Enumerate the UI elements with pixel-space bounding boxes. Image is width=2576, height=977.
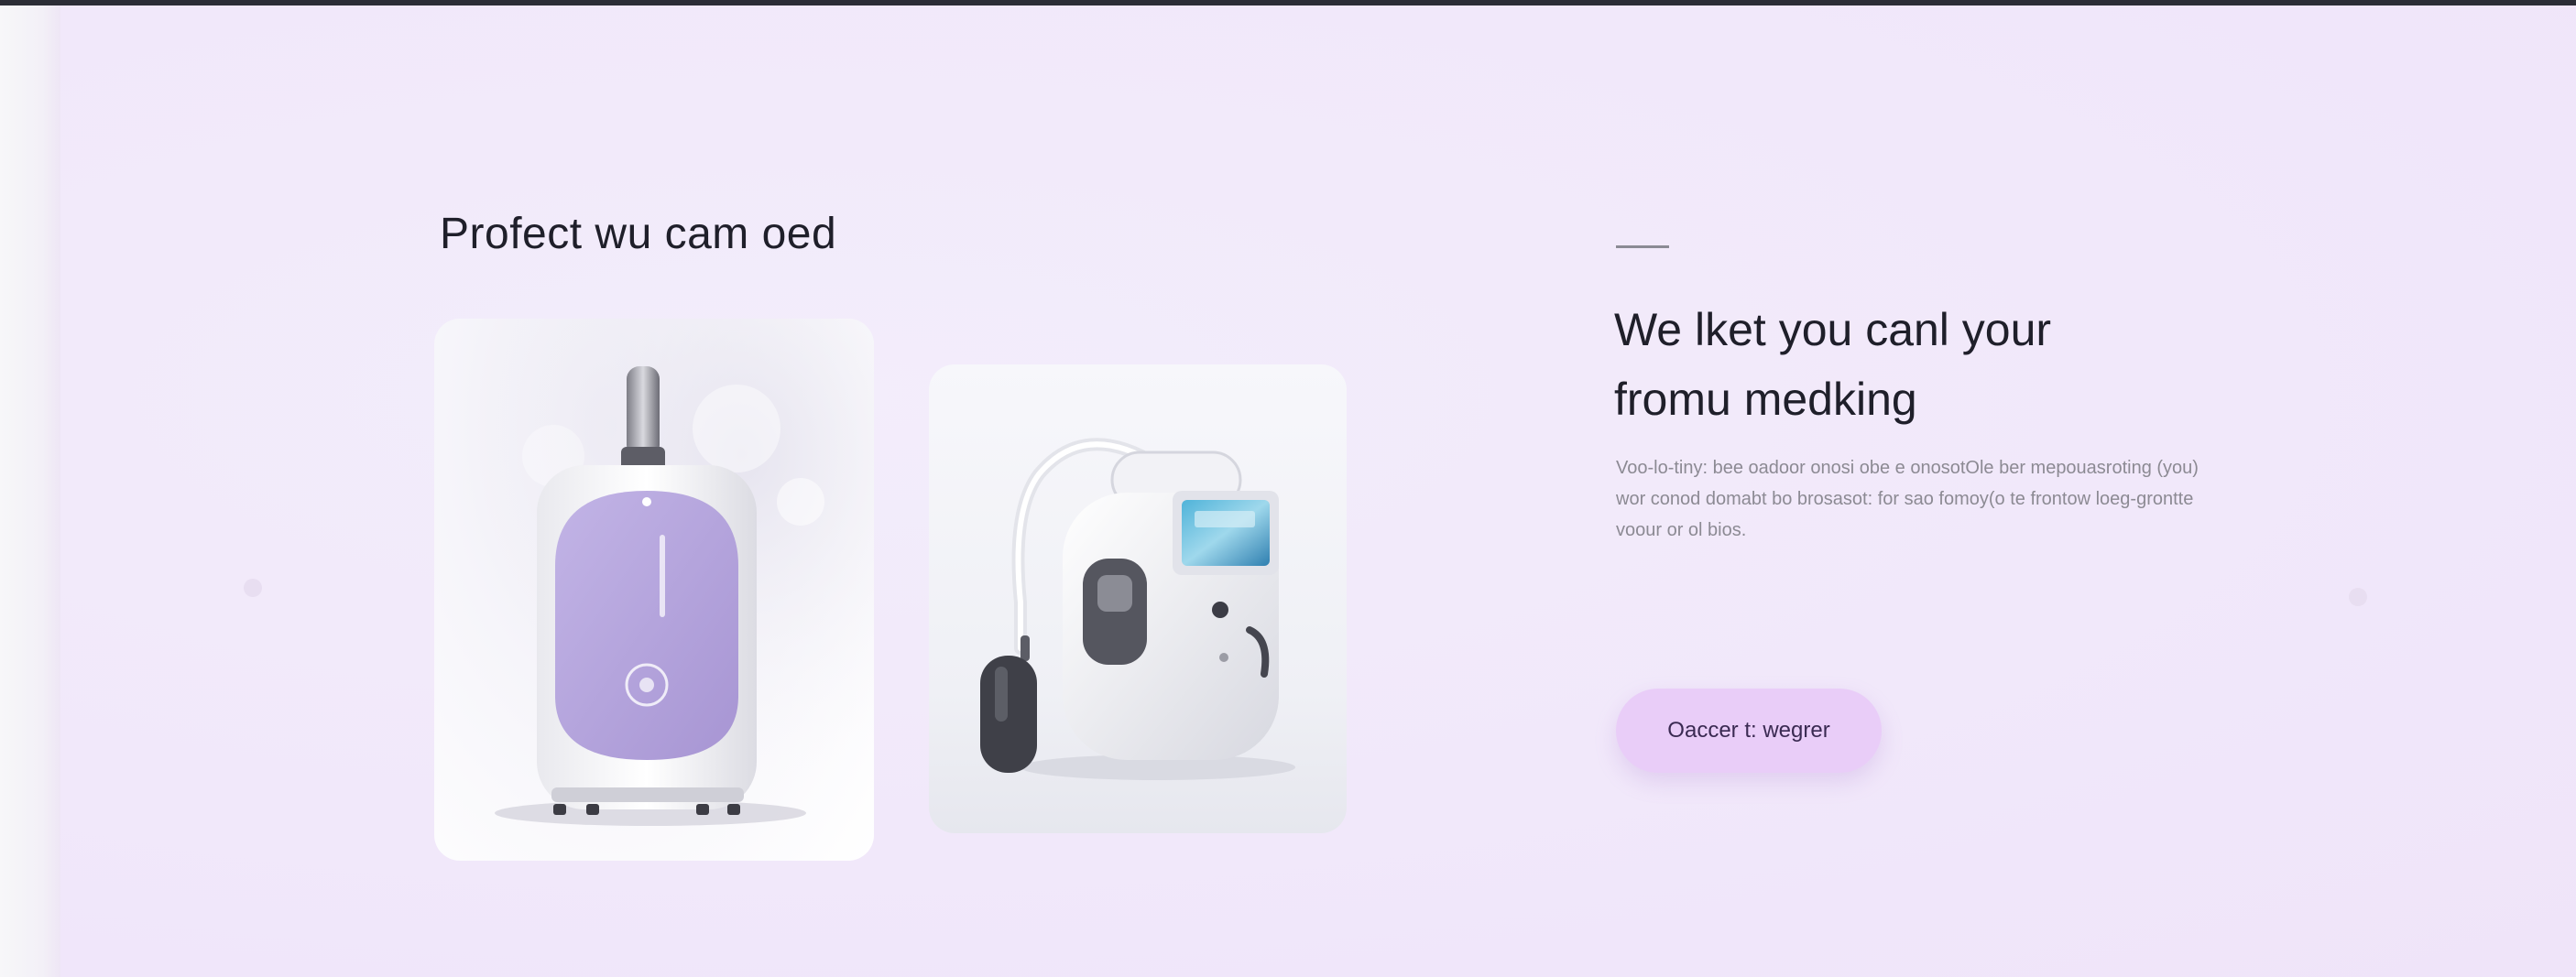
decorative-dot-left (244, 579, 262, 597)
products-heading: Profect wu cam oed (440, 210, 837, 258)
purple-device-image (434, 319, 874, 861)
feature-description: Voo-lo-tiny: bee oadoor onosi obe e onos… (1616, 458, 2199, 540)
cta-button[interactable]: Oaccer t: wegrer (1616, 689, 1882, 773)
product-image-card-purple-device[interactable] (434, 319, 874, 861)
feature-heading: We lket you canl your fromu medking (1614, 295, 2200, 434)
decorative-dot-right (2349, 588, 2367, 606)
product-image-card-handheld-device[interactable] (929, 364, 1347, 833)
left-edge-strip (0, 5, 60, 977)
feature-heading-line-1: We lket you canl your (1614, 304, 2052, 355)
handheld-device-image (980, 438, 1295, 780)
feature-heading-line-2: fromu medking (1614, 374, 1917, 425)
heading-divider (1616, 245, 1669, 248)
